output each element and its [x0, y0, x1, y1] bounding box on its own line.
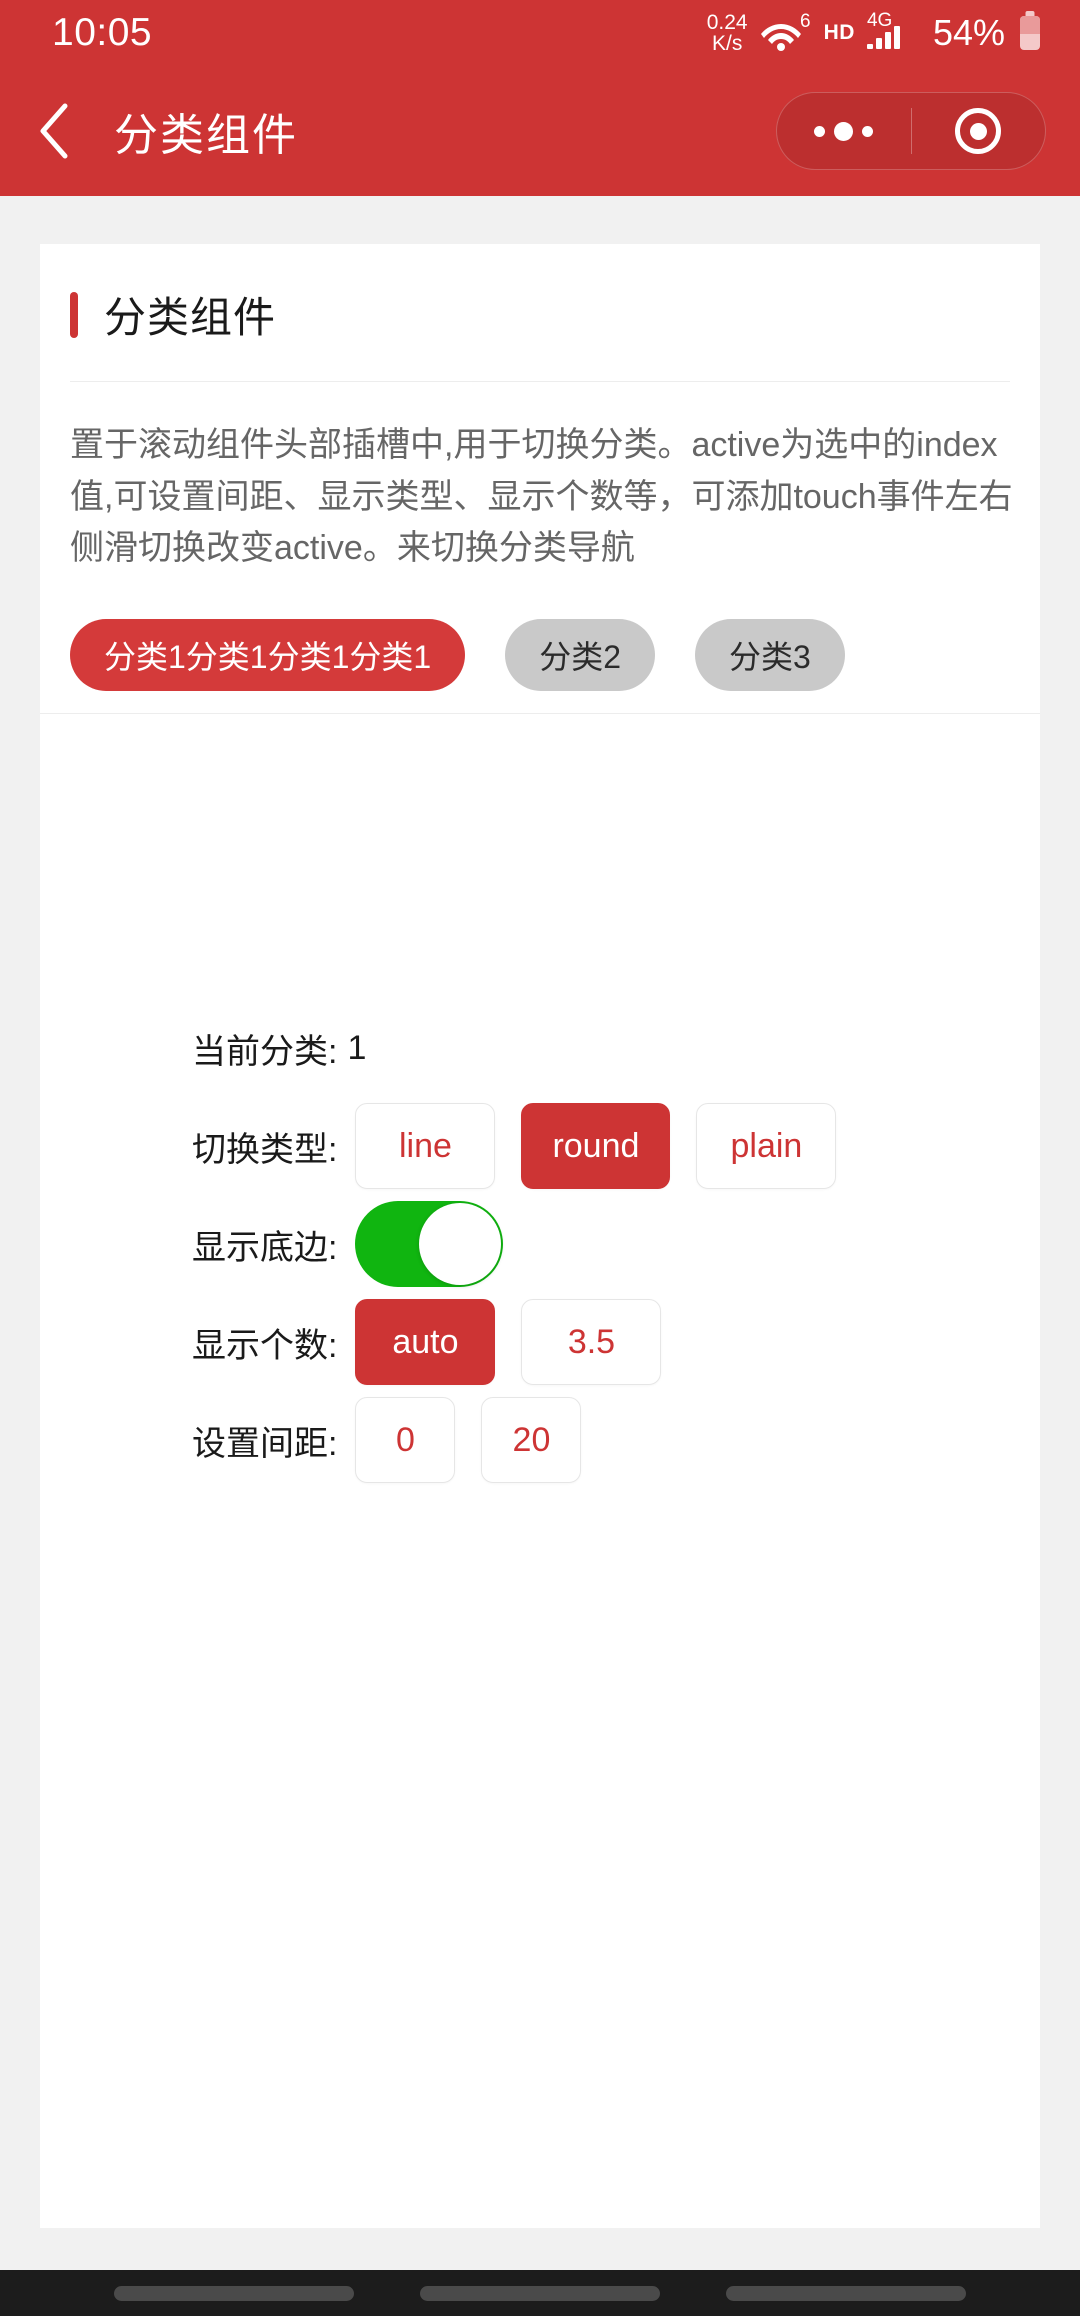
signal-bars-icon [866, 23, 900, 49]
title-accent-bar [70, 291, 78, 338]
switch-type-option-round[interactable]: round [521, 1103, 671, 1190]
wifi-generation-label: 6 [800, 11, 811, 32]
tab-content-area [40, 714, 1040, 1004]
show-count-label: 显示个数: [192, 1326, 338, 1365]
category-tabs-scroll[interactable]: 分类1分类1分类1分类1 分类2 分类3 [40, 619, 1040, 692]
more-dots-icon [814, 121, 874, 141]
row-gap: 设置间距: 0 20 [40, 1396, 1040, 1484]
cellular-signal-icon: 4G [866, 11, 917, 52]
category-tab-1[interactable]: 分类1分类1分类1分类1 [70, 619, 466, 692]
show-count-option-3-5[interactable]: 3.5 [521, 1299, 662, 1386]
show-count-options: auto 3.5 [355, 1299, 662, 1386]
page-body: 分类组件 置于滚动组件头部插槽中,用于切换分类。active为选中的index值… [0, 196, 1080, 2270]
gesture-pill-home[interactable] [420, 2285, 660, 2301]
status-time: 10:05 [52, 11, 153, 54]
status-bar: 10:05 0.24 K/s 6 HD 4G 54% [0, 0, 1080, 66]
demo-card: 分类组件 置于滚动组件头部插槽中,用于切换分类。active为选中的index值… [40, 244, 1040, 2228]
show-count-option-auto[interactable]: auto [355, 1299, 496, 1386]
phone-screen: 10:05 0.24 K/s 6 HD 4G 54% 分类组件 分类组件 置于滚… [0, 0, 1080, 2316]
card-description: 置于滚动组件头部插槽中,用于切换分类。active为选中的index值,可设置间… [70, 426, 1013, 568]
row-show-count: 显示个数: auto 3.5 [40, 1298, 1040, 1386]
gap-option-0[interactable]: 0 [355, 1397, 456, 1484]
category-tabs-strip[interactable]: 分类1分类1分类1分类1 分类2 分类3 [40, 605, 1040, 715]
switch-type-options: line round plain [355, 1103, 837, 1190]
wifi-icon: 6 [760, 11, 812, 52]
card-title: 分类组件 [104, 294, 277, 341]
capsule-more-button[interactable] [777, 121, 911, 141]
gap-options: 0 20 [355, 1397, 582, 1484]
chevron-left-icon [40, 103, 68, 159]
gap-option-20[interactable]: 20 [481, 1397, 582, 1484]
android-gesture-nav-bar [0, 2270, 1080, 2316]
category-tab-3[interactable]: 分类3 [695, 619, 845, 692]
card-header: 分类组件 [40, 244, 1040, 381]
current-category-value: 1 [347, 1028, 367, 1067]
network-speed-indicator: 0.24 K/s [707, 12, 748, 54]
nav-bar: 分类组件 [0, 66, 1080, 196]
row-show-bottom-line: 显示底边: [40, 1200, 1040, 1288]
row-current-category: 当前分类: 1 [40, 1004, 1040, 1092]
capsule-close-button[interactable] [912, 108, 1046, 154]
network-speed-value: 0.24 [706, 11, 748, 34]
settings-panel: 当前分类: 1 切换类型: line round plain 显示底边: 显示个… [40, 1004, 1040, 1484]
battery-icon [1020, 16, 1040, 50]
gap-label: 设置间距: [192, 1424, 338, 1463]
back-button[interactable] [0, 66, 96, 196]
status-icons: 0.24 K/s 6 HD 4G 54% [707, 11, 1040, 54]
switch-type-label: 切换类型: [192, 1130, 338, 1169]
gesture-pill-back[interactable] [114, 2285, 354, 2301]
hd-icon: HD [823, 21, 855, 44]
toggle-knob [419, 1203, 502, 1286]
wechat-capsule-menu[interactable] [776, 92, 1046, 170]
switch-type-option-line[interactable]: line [355, 1103, 496, 1190]
target-circle-icon [955, 108, 1002, 154]
row-switch-type: 切换类型: line round plain [40, 1102, 1040, 1190]
network-speed-unit: K/s [711, 32, 743, 55]
gesture-pill-recents[interactable] [726, 2285, 966, 2301]
battery-percent-label: 54% [932, 12, 1005, 53]
switch-type-option-plain[interactable]: plain [696, 1103, 837, 1190]
category-tab-2[interactable]: 分类2 [505, 619, 656, 692]
show-bottom-line-toggle[interactable] [355, 1201, 504, 1288]
current-category-label: 当前分类: [192, 1032, 338, 1071]
show-bottom-line-label: 显示底边: [192, 1228, 338, 1267]
page-title: 分类组件 [114, 111, 298, 160]
